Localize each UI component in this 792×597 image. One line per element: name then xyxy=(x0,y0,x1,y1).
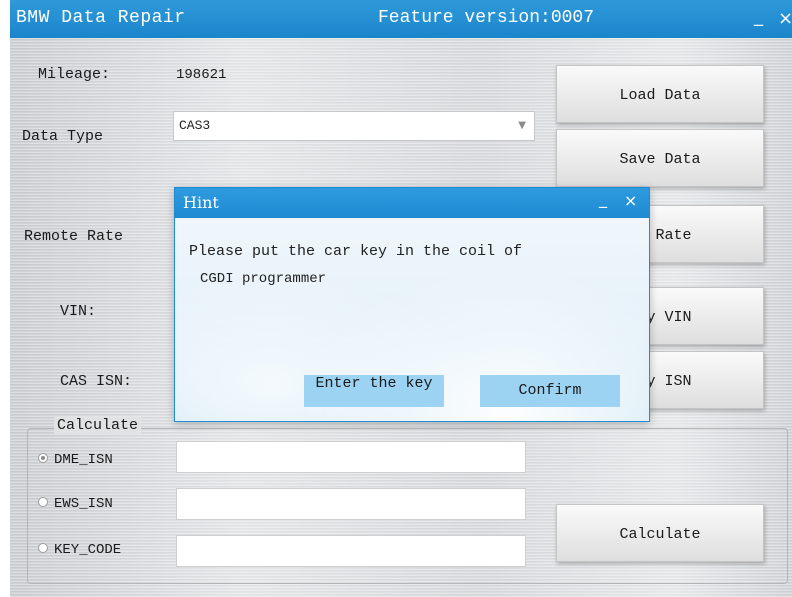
calculate-button[interactable]: Calculate xyxy=(556,504,764,562)
calculate-button-label: Calculate xyxy=(619,526,701,543)
hint-close-button[interactable]: × xyxy=(624,191,637,210)
title-bar[interactable]: BMW Data Repair Feature version:0007 _ × xyxy=(10,0,792,38)
hint-minimize-button[interactable]: _ xyxy=(599,189,607,208)
confirm-button[interactable]: Confirm xyxy=(480,375,620,407)
ews-isn-input[interactable] xyxy=(176,488,526,520)
vin-label: VIN: xyxy=(60,303,97,320)
radio-ews-isn-label: EWS_ISN xyxy=(54,496,113,512)
hint-dialog-title: Hint xyxy=(183,193,219,212)
remote-rate-label: Remote Rate xyxy=(24,228,124,245)
hint-message-line1: Please put the car key in the coil of xyxy=(189,243,523,260)
calculate-group-legend: Calculate xyxy=(54,417,142,434)
radio-dot-icon[interactable] xyxy=(38,497,48,508)
radio-dme-isn[interactable]: DME_ISN xyxy=(38,452,113,468)
radio-dot-icon[interactable] xyxy=(38,543,48,554)
close-button[interactable]: × xyxy=(778,8,792,29)
load-data-button-label: Load Data xyxy=(619,87,701,104)
hint-dialog-title-bar[interactable]: Hint _ × xyxy=(175,188,649,218)
enter-the-key-button[interactable]: Enter the key xyxy=(304,375,444,407)
radio-key-code[interactable]: KEY_CODE xyxy=(38,542,121,558)
radio-ews-isn[interactable]: EWS_ISN xyxy=(38,496,113,512)
key-code-input[interactable] xyxy=(176,535,526,567)
load-data-button[interactable]: Load Data xyxy=(556,65,764,123)
data-type-selected: CAS3 xyxy=(179,118,211,133)
cas-isn-label: CAS ISN: xyxy=(60,373,133,390)
data-type-select[interactable]: CAS3 ▼ xyxy=(173,111,535,141)
mileage-value: 198621 xyxy=(176,67,227,83)
app-title: BMW Data Repair xyxy=(16,8,186,28)
minimize-button[interactable]: _ xyxy=(754,6,763,27)
enter-the-key-label: Enter the key xyxy=(315,375,433,392)
feature-version-label: Feature version:0007 xyxy=(378,8,595,28)
radio-dme-isn-label: DME_ISN xyxy=(54,452,113,468)
main-window: BMW Data Repair Feature version:0007 _ ×… xyxy=(10,0,792,597)
data-type-label: Data Type xyxy=(22,128,104,145)
save-data-button[interactable]: Save Data xyxy=(556,129,764,187)
radio-dot-icon[interactable] xyxy=(38,453,48,464)
mileage-label: Mileage: xyxy=(38,66,111,83)
save-data-button-label: Save Data xyxy=(619,151,701,168)
hint-message-line2: CGDI programmer xyxy=(200,271,327,287)
radio-key-code-label: KEY_CODE xyxy=(54,542,122,558)
chevron-down-icon[interactable]: ▼ xyxy=(518,120,526,131)
confirm-label: Confirm xyxy=(518,382,582,399)
hint-dialog: Hint _ × Please put the car key in the c… xyxy=(174,187,650,422)
dme-isn-input[interactable] xyxy=(176,441,526,473)
